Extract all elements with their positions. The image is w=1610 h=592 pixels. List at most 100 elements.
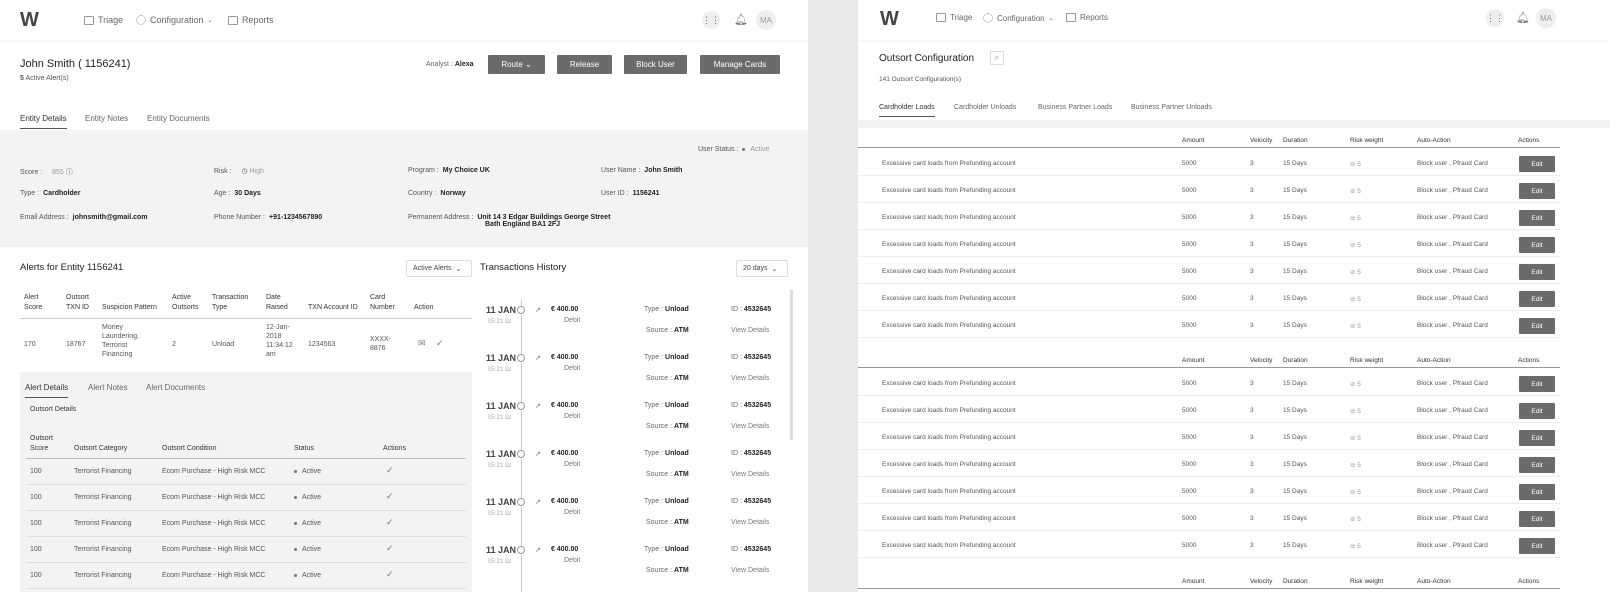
outsort-category: Terrorist Financing — [74, 468, 132, 475]
txn-type: Type : Unload — [644, 546, 689, 553]
txn-type-label: Type : — [644, 354, 664, 361]
check-icon[interactable]: ✓ — [386, 517, 394, 528]
config-risk-weight: ⊘ 5 — [1350, 407, 1361, 415]
txn-source-label: Source : — [646, 375, 673, 382]
txn-direction: Debit — [564, 317, 581, 324]
country-value: Norway — [440, 190, 466, 197]
txn-source: Source : ATM — [646, 327, 689, 334]
config-amount: 5000 — [1182, 241, 1197, 248]
address-field: Permanent Address : Unit 14 3 Edgar Build… — [408, 214, 610, 228]
txn-id: ID : 4532645 — [731, 402, 771, 409]
txn-amount: € 400.00 — [551, 498, 579, 505]
config-duration: 15 Days — [1283, 187, 1307, 194]
nav-reports[interactable]: Reports — [228, 15, 274, 25]
tab-cardholder-loads[interactable]: Cardholder Loads — [879, 104, 935, 117]
apps-grid-icon[interactable]: ⋮⋮ — [702, 11, 720, 29]
tab-entity-details[interactable]: Entity Details — [20, 114, 67, 129]
avatar[interactable]: MA — [756, 10, 776, 30]
edit-button[interactable]: Edit — [1519, 403, 1555, 419]
config-auto-action: Block user , Pfraud Card — [1417, 515, 1488, 522]
nav-reports-label: Reports — [242, 15, 274, 25]
app-logo[interactable]: W — [20, 9, 39, 32]
check-icon[interactable]: ✓ — [386, 491, 394, 502]
top-nav-bar: W Triage Configuration ⌄ Reports ⋮⋮ 🔔︎ MA — [858, 0, 1610, 40]
edit-button[interactable]: Edit — [1519, 156, 1555, 172]
nav-reports[interactable]: Reports — [1066, 13, 1108, 22]
edit-button[interactable]: Edit — [1519, 511, 1555, 527]
score-label: Score : — [20, 169, 43, 176]
edit-button[interactable]: Edit — [1519, 291, 1555, 307]
txn-date: 11 JAN — [486, 401, 517, 411]
days-filter-dropdown[interactable]: 20 days ⌄ — [736, 260, 788, 277]
release-button[interactable]: Release — [557, 55, 612, 74]
txn-source-label: Source : — [646, 567, 673, 574]
tab-cardholder-unloads[interactable]: Cardholder Unloads — [954, 104, 1016, 111]
nav-triage[interactable]: Triage — [936, 13, 972, 22]
apps-grid-icon[interactable]: ⋮⋮ — [1486, 9, 1504, 27]
timeline-node-icon — [517, 354, 525, 362]
route-button[interactable]: Route ⌄ — [488, 55, 545, 74]
check-icon[interactable]: ✓ — [386, 569, 394, 580]
th-card-number: Card Number — [370, 294, 395, 311]
edit-button[interactable]: Edit — [1519, 538, 1555, 554]
tab-business-partner-loads[interactable]: Business Partner Loads — [1038, 104, 1112, 111]
check-icon[interactable]: ✓ — [386, 543, 394, 554]
config-duration: 15 Days — [1283, 322, 1307, 329]
tab-business-partner-unloads[interactable]: Business Partner Unloads — [1131, 104, 1212, 111]
edit-button[interactable]: Edit — [1519, 457, 1555, 473]
risk-weight-value: 5 — [1357, 242, 1361, 249]
bell-icon[interactable]: 🔔︎ — [1516, 11, 1530, 24]
mail-icon[interactable]: ✉ — [418, 338, 426, 349]
txn-id-label: ID : — [731, 402, 742, 409]
view-details-link[interactable]: View Details — [731, 567, 769, 574]
alert-txn-id[interactable]: 18767 — [66, 340, 85, 349]
edit-button[interactable]: Edit — [1519, 210, 1555, 226]
search-icon[interactable]: ⌕ — [990, 51, 1004, 65]
app-logo[interactable]: W — [880, 8, 899, 31]
edit-button[interactable]: Edit — [1519, 237, 1555, 253]
config-risk-weight: ⊘ 5 — [1350, 380, 1361, 388]
avatar[interactable]: MA — [1536, 8, 1556, 28]
view-details-link[interactable]: View Details — [731, 327, 769, 334]
config-amount: 5000 — [1182, 214, 1197, 221]
chevron-down-icon: ⌄ — [771, 265, 778, 273]
status-label: Active — [302, 572, 322, 579]
table-row-divider — [26, 510, 466, 511]
check-icon[interactable]: ✓ — [386, 465, 394, 476]
userid-label: User ID : — [601, 190, 629, 197]
alerts-filter-dropdown[interactable]: Active Alerts ⌄ — [406, 260, 472, 277]
tab-alert-documents[interactable]: Alert Documents — [146, 383, 205, 392]
nav-triage[interactable]: Triage — [84, 15, 123, 25]
config-velocity: 3 — [1250, 268, 1254, 275]
gear-icon — [983, 13, 993, 23]
edit-button[interactable]: Edit — [1519, 318, 1555, 334]
nav-configuration[interactable]: Configuration ⌄ — [983, 13, 1054, 23]
manage-cards-button[interactable]: Manage Cards — [700, 55, 780, 74]
scrollbar[interactable] — [790, 290, 793, 440]
tab-alert-notes[interactable]: Alert Notes — [88, 383, 128, 392]
txn-time: 05:21:32 — [488, 415, 512, 421]
bell-icon[interactable]: 🔔︎ — [734, 13, 748, 26]
view-details-link[interactable]: View Details — [731, 519, 769, 526]
edit-button[interactable]: Edit — [1519, 264, 1555, 280]
edit-button[interactable]: Edit — [1519, 484, 1555, 500]
check-icon[interactable]: ✓ — [436, 338, 444, 349]
tab-entity-notes[interactable]: Entity Notes — [85, 114, 128, 123]
table-row-divider — [858, 395, 1560, 396]
view-details-link[interactable]: View Details — [731, 471, 769, 478]
table-row-divider — [858, 422, 1560, 423]
config-description: Excessive card loads from Prefunding acc… — [882, 542, 1016, 549]
table-header-divider — [858, 147, 1560, 148]
block-user-button[interactable]: Block User — [624, 55, 687, 74]
edit-button[interactable]: Edit — [1519, 376, 1555, 392]
view-details-link[interactable]: View Details — [731, 423, 769, 430]
email-label: Email Address : — [20, 214, 69, 221]
view-details-link[interactable]: View Details — [731, 375, 769, 382]
nav-configuration[interactable]: Configuration ⌄ — [136, 15, 213, 25]
tab-alert-details[interactable]: Alert Details — [25, 383, 69, 398]
txn-direction: Debit — [564, 365, 581, 372]
config-auto-action: Block user , Pfraud Card — [1417, 241, 1488, 248]
edit-button[interactable]: Edit — [1519, 430, 1555, 446]
tab-entity-documents[interactable]: Entity Documents — [147, 114, 210, 123]
edit-button[interactable]: Edit — [1519, 183, 1555, 199]
